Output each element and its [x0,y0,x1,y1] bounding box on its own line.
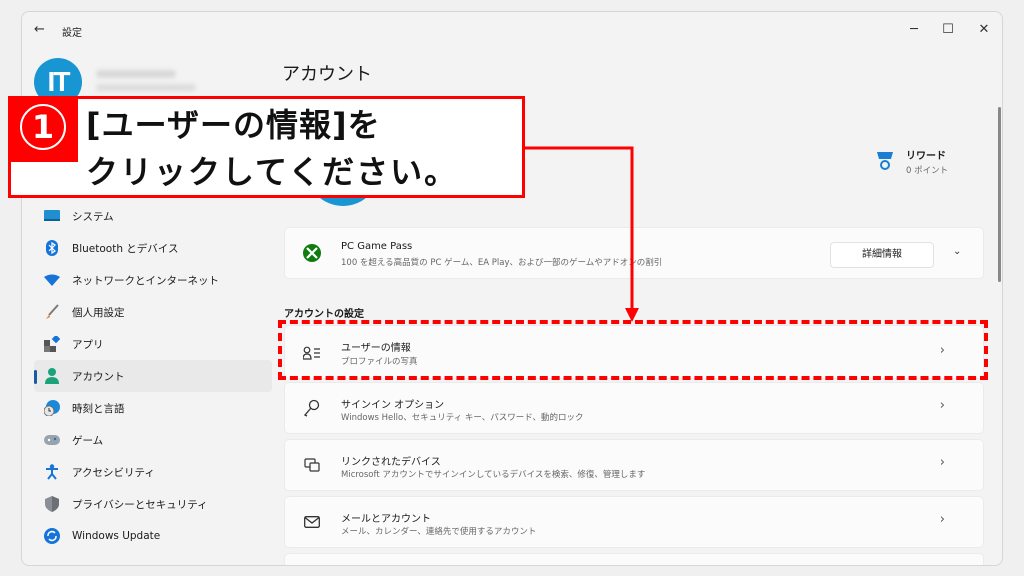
settings-window: ← 設定 ─ ☐ ✕ IT 検索 ⌕ ⌂ ホーム システム Bluetooth … [21,11,1003,566]
sidebar-item-label: ネットワークとインターネット [72,274,219,287]
chevron-right-icon: › [939,455,945,470]
xbox-icon [303,244,321,262]
chevron-right-icon: › [939,512,945,527]
page-title: アカウント [282,64,372,85]
sidebar-item-label: アカウント [72,370,125,383]
bluetooth-icon [44,240,60,256]
shield-icon [44,496,60,512]
gamepad-icon [44,432,60,448]
sidebar-item-label: Bluetooth とデバイス [72,242,179,255]
accessibility-icon [44,464,60,480]
sidebar-item-label: システム [72,210,114,223]
rewards-points: 0 ポイント [906,166,949,176]
sidebar-item-apps[interactable]: アプリ [34,328,272,360]
sidebar-item-accessibility[interactable]: アクセシビリティ [34,456,272,488]
row-title: メールとアカウント [341,514,431,525]
sidebar-item-label: Windows Update [72,530,161,542]
row-subtitle: Microsoft アカウントでサインインしているデバイスを検索、修復、管理しま… [341,470,646,480]
sidebar-item-label: アプリ [72,338,104,351]
sidebar-item-label: プライバシーとセキュリティ [72,498,208,511]
row-title: サインイン オプション [341,400,445,411]
person-icon [44,368,60,384]
sidebar-nav: ⌂ ホーム システム Bluetooth とデバイス ネットワークとインターネッ… [34,168,272,552]
key-icon [303,399,321,417]
sidebar-item-accounts[interactable]: アカウント [34,360,272,392]
rewards-medal-icon [877,152,893,170]
sidebar-item-windows-update[interactable]: Windows Update [34,520,272,552]
brush-icon [44,304,60,320]
sidebar-item-label: アクセシビリティ [72,466,155,479]
row-title: リンクされたデバイス [341,457,441,468]
game-pass-subtitle: 100 を超える高品質の PC ゲーム、EA Play、および一部のゲームやアド… [341,258,663,268]
user-name-redacted [96,70,176,78]
sidebar-item-label: 時刻と言語 [72,402,125,415]
chevron-right-icon: › [939,398,945,413]
wifi-icon [44,272,60,288]
minimize-button[interactable]: ─ [896,18,932,42]
sidebar-item-label: ゲーム [72,434,104,447]
sidebar-item-personalization[interactable]: 個人用設定 [34,296,272,328]
user-email-redacted [96,84,196,91]
section-heading: アカウントの設定 [284,309,364,320]
sidebar-item-bluetooth[interactable]: Bluetooth とデバイス [34,232,272,264]
title-bar: ← 設定 ─ ☐ ✕ [22,12,1002,48]
chevron-down-icon[interactable]: ⌄ [953,246,961,257]
sidebar-item-gaming[interactable]: ゲーム [34,424,272,456]
apps-icon [44,336,60,352]
sidebar-item-time-language[interactable]: 時刻と言語 [34,392,272,424]
monitor-icon [44,208,60,224]
row-subtitle: メール、カレンダー、連絡先で使用するアカウント [341,527,537,537]
details-button[interactable]: 詳細情報 [830,242,934,268]
close-button[interactable]: ✕ [966,18,1002,42]
sidebar-item-label: 個人用設定 [72,306,125,319]
settings-row-email-accounts[interactable]: メールとアカウント メール、カレンダー、連絡先で使用するアカウント › [284,496,984,548]
sidebar-item-system[interactable]: システム [34,200,272,232]
highlight-box [278,320,988,380]
step-number: 1 [20,104,66,150]
window-title: 設定 [62,28,82,39]
row-subtitle: Windows Hello、セキュリティ キー、パスワード、動的ロック [341,413,584,423]
update-icon [44,528,60,544]
linked-devices-icon [303,456,321,474]
globe-clock-icon [44,400,60,416]
sidebar-item-privacy[interactable]: プライバシーとセキュリティ [34,488,272,520]
settings-row-partial[interactable] [284,553,984,565]
game-pass-card: PC Game Pass 100 を超える高品質の PC ゲーム、EA Play… [284,227,984,279]
sidebar-item-network[interactable]: ネットワークとインターネット [34,264,272,296]
maximize-button[interactable]: ☐ [930,18,966,42]
mail-icon [303,513,321,531]
instruction-line-1: [ユーザーの情報]を [86,106,381,144]
settings-row-linked-devices[interactable]: リンクされたデバイス Microsoft アカウントでサインインしているデバイス… [284,439,984,491]
instruction-line-2: クリックしてください。 [86,153,459,191]
game-pass-title: PC Game Pass [341,241,413,252]
scrollbar[interactable] [998,107,1001,282]
back-button[interactable]: ← [34,22,45,37]
rewards-title[interactable]: リワード [906,147,946,162]
settings-row-sign-in-options[interactable]: サインイン オプション Windows Hello、セキュリティ キー、パスワー… [284,382,984,434]
